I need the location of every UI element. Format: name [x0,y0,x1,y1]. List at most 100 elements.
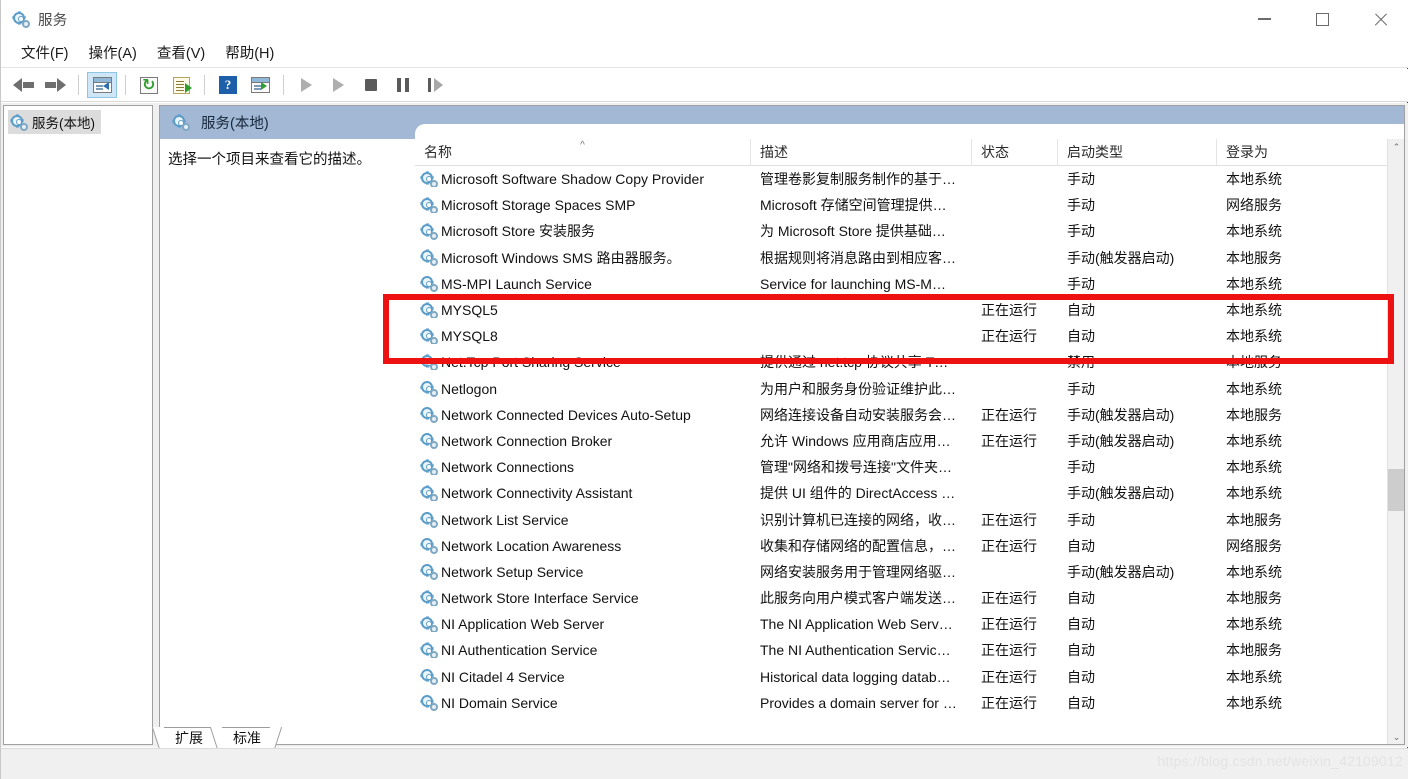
tree-node-services-local[interactable]: 服务(本地) [8,110,101,134]
table-row[interactable]: NI Domain Service Provides a domain serve… [415,690,1404,716]
service-name-label: NI Citadel 4 Service [441,668,565,685]
cell-description: 提供通过 net.tcp 协议共享 T… [760,354,949,371]
table-row[interactable]: Microsoft Store 安装服务 为 Microsoft Store 提供… [415,218,1404,244]
scroll-up-button[interactable]: ⌃ [1388,139,1404,156]
service-name-label: NI Authentication Service [441,642,598,659]
cell-log-on-as: 本地系统 [1226,459,1282,476]
table-row[interactable]: Network Store Interface Service 此服务向用户模式客… [415,585,1404,611]
export-list-button[interactable] [166,72,196,98]
services-window: 服务 文件(F) 操作(A) 查看(V) 帮助(H) ? [0,0,1408,779]
cell-service-name: Network Connections [415,459,751,476]
properties-button[interactable] [245,72,275,98]
cell-startup-type: 手动(触发器启动) [1067,406,1175,423]
table-row[interactable]: Network List Service 识别计算机已连接的网络，收… 正在运行 手动… [415,506,1404,532]
cell-startup-type: 手动(触发器启动) [1067,249,1175,266]
service-name-label: MYSQL8 [441,328,498,345]
service-gear-icon [420,249,438,267]
back-button[interactable] [8,72,38,98]
table-row[interactable]: NI Citadel 4 Service Historical data logg… [415,664,1404,690]
service-name-label: Network Connection Broker [441,432,613,449]
table-row[interactable]: Microsoft Software Shadow Copy Provider 管… [415,166,1404,192]
list-vertical-scrollbar[interactable]: ⌃ ⌄ [1387,139,1404,744]
service-gear-icon [420,380,438,397]
cell-startup-type: 自动 [1067,590,1095,607]
menu-help[interactable]: 帮助(H) [215,39,284,66]
cell-startup-type: 自动 [1067,537,1095,554]
show-hide-console-tree-button[interactable] [87,72,117,98]
service-gear-icon [420,511,438,528]
service-gear-icon [420,590,438,607]
table-row[interactable]: Network Connections 管理"网络和拨号连接"文件夹… 手动 本地系统 [415,454,1404,480]
cell-description: 此服务向用户模式客户端发送… [760,590,956,607]
menu-bar: 文件(F) 操作(A) 查看(V) 帮助(H) [1,38,1408,68]
help-button[interactable]: ? [213,72,243,98]
cell-log-on-as: 本地服务 [1226,642,1282,659]
toolbar-separator-3 [204,75,205,95]
table-row[interactable]: MYSQL5 正在运行 自动 本地系统 [415,297,1404,323]
cell-service-name: Microsoft Store 安装服务 [415,221,751,241]
close-button[interactable] [1351,0,1408,38]
cell-service-name: Microsoft Storage Spaces SMP [415,197,751,214]
cell-log-on-as: 本地系统 [1226,432,1282,449]
menu-action[interactable]: 操作(A) [79,39,147,66]
toolbar-separator-1 [78,75,79,95]
refresh-button[interactable] [134,72,164,98]
cell-service-name: Netlogon [415,380,751,397]
column-header-description-label: 描述 [760,144,788,160]
cell-description: 管理"网络和拨号连接"文件夹… [760,459,952,476]
scrollbar-thumb[interactable] [1388,469,1404,511]
table-row[interactable]: Network Connection Broker 允许 Windows 应用商店… [415,428,1404,454]
scroll-down-button[interactable]: ⌄ [1388,729,1404,744]
services-list-view[interactable]: 名称 ^ 描述 状态 启动类型 登录为 Microsoft Software S… [415,139,1404,744]
column-header-log-on-as[interactable]: 登录为 [1217,139,1389,165]
table-row[interactable]: Network Connectivity Assistant 提供 UI 组件的 … [415,480,1404,506]
service-gear-icon [420,354,438,371]
cell-status: 正在运行 [981,590,1037,607]
maximize-button[interactable] [1293,0,1351,38]
pause-service-button[interactable] [388,72,418,98]
cell-status: 正在运行 [981,694,1037,711]
stop-service-button[interactable] [356,72,386,98]
service-gear-icon [420,537,438,554]
chevron-up-icon: ⌃ [1392,142,1401,152]
menu-file[interactable]: 文件(F) [11,39,79,66]
column-header-status[interactable]: 状态 [972,139,1058,165]
window-title: 服务 [38,12,68,29]
table-row[interactable]: NI Application Web Server The NI Applicat… [415,611,1404,637]
services-app-icon [12,10,30,28]
table-row[interactable]: Net.Tcp Port Sharing Service 提供通过 net.tcp… [415,349,1404,375]
table-row[interactable]: Microsoft Storage Spaces SMP Microsoft 存储… [415,192,1404,218]
minimize-button[interactable] [1235,0,1293,38]
table-row[interactable]: Microsoft Windows SMS 路由器服务。 根据规则将消息路由到相应… [415,245,1404,271]
table-row[interactable]: MYSQL8 正在运行 自动 本地系统 [415,323,1404,349]
status-bar: https://blog.csdn.net/weixin_42109012 [1,748,1408,779]
column-header-startup-type[interactable]: 启动类型 [1058,139,1217,165]
cell-status: 正在运行 [981,406,1037,423]
table-row[interactable]: NI Authentication Service The NI Authenti… [415,637,1404,663]
cell-log-on-as: 本地服务 [1226,249,1282,266]
cell-startup-type: 自动 [1067,616,1095,633]
menu-view[interactable]: 查看(V) [147,39,215,66]
column-header-startup-type-label: 启动类型 [1067,144,1123,160]
table-row[interactable]: Netlogon 为用户和服务身份验证维护此… 手动 本地系统 [415,376,1404,402]
service-name-label: Network Connections [441,459,575,476]
table-row[interactable]: Network Connected Devices Auto-Setup 网络连接… [415,402,1404,428]
start-service-button[interactable] [292,72,322,98]
cell-service-name: MS-MPI Launch Service [415,275,751,292]
table-row[interactable]: Network Location Awareness 收集和存储网络的配置信息，…… [415,533,1404,559]
forward-button[interactable] [40,72,70,98]
cell-startup-type: 自动 [1067,302,1095,319]
table-row[interactable]: MS-MPI Launch Service Service for launchi… [415,271,1404,297]
table-row[interactable]: Network Setup Service 网络安装服务用于管理网络驱… 手动(触发… [415,559,1404,585]
restart-service-button[interactable] [420,72,450,98]
resume-service-button[interactable] [324,72,354,98]
cell-description: 识别计算机已连接的网络，收… [760,511,956,528]
tab-extended[interactable]: 扩展 [159,727,217,748]
list-rows-container: Microsoft Software Shadow Copy Provider 管… [415,166,1404,716]
help-icon: ? [219,76,237,94]
tab-standard[interactable]: 标准 [217,727,275,748]
cell-description: The NI Authentication Servic… [760,642,951,659]
column-header-description[interactable]: 描述 [751,139,972,165]
cell-status: 正在运行 [981,642,1037,659]
column-header-name[interactable]: 名称 ^ [415,139,751,165]
